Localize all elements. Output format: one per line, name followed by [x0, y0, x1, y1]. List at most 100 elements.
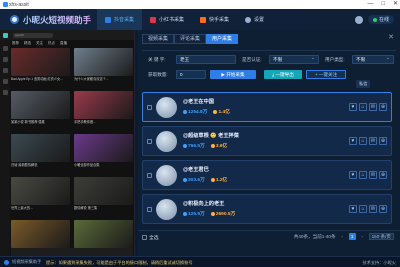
user-card[interactable]: @积极向上的老王 125.9万 2690.5万 ♥ ⌂ ✉ ⊕	[142, 194, 392, 224]
top-nav: 抖音采集 小红书采集 快手采集 设置	[97, 9, 272, 30]
follow-icon[interactable]: ♥	[349, 137, 357, 145]
status-right: 技术支持：小昵火	[362, 260, 396, 265]
video-tile[interactable]: 世界上最大的...	[11, 177, 70, 217]
homepage-icon[interactable]: ⌂	[359, 205, 367, 213]
sidebar-hot-icon[interactable]	[2, 57, 8, 62]
homepage-icon[interactable]: ⌂	[359, 171, 367, 179]
tab-user[interactable]: 用户采集	[206, 34, 239, 44]
more-icon[interactable]: ⊕	[379, 137, 387, 145]
message-icon[interactable]: ✉	[369, 137, 377, 145]
video-tile[interactable]: Bad Apple Ep.1 渣男动画 红衣少女...	[11, 48, 70, 88]
video-thumbnail	[11, 134, 70, 162]
avatar	[156, 165, 177, 186]
video-thumbnail	[74, 91, 133, 119]
sidebar-follow-icon[interactable]	[2, 68, 8, 73]
app-status-icon	[4, 259, 9, 265]
keyword-input[interactable]: 老王	[176, 55, 236, 64]
pagination: 共40条，当前1-40条 ‹ 1 › 150 条/页	[294, 233, 394, 240]
sidebar-friend-icon[interactable]	[2, 79, 8, 84]
browser-tab[interactable]: 精选	[24, 41, 31, 46]
browser-tab[interactable]: 推荐	[12, 41, 19, 46]
more-icon[interactable]: ⊕	[379, 205, 387, 213]
video-thumbnail	[11, 91, 70, 119]
count-input[interactable]: 0	[176, 70, 206, 79]
header-right: 在线	[354, 15, 394, 24]
user-checkbox[interactable]	[147, 139, 152, 144]
user-type-select[interactable]: 不限	[352, 55, 394, 64]
like-icon	[210, 211, 215, 216]
fans-count: 125.9万	[183, 210, 205, 217]
next-page-icon[interactable]: ›	[359, 233, 366, 240]
video-tile[interactable]: 为什么大家都喜欢这个...	[74, 48, 133, 88]
user-stats: 766.5万 3.6亿	[183, 142, 227, 149]
video-thumbnail	[11, 177, 70, 205]
video-tile[interactable]: 归墟 最新剧情解说	[11, 134, 70, 174]
tab-video[interactable]: 视频采集	[142, 34, 175, 44]
homepage-icon[interactable]: ⌂	[359, 137, 367, 145]
browser-tab[interactable]: 热点	[48, 41, 55, 46]
nav-kuaishou[interactable]: 快手采集	[192, 9, 237, 30]
video-thumbnail	[74, 134, 133, 162]
message-icon[interactable]: ✉	[369, 205, 377, 213]
user-checkbox[interactable]	[147, 207, 152, 212]
select-all[interactable]: 全选	[142, 234, 159, 241]
total-count: 共40条，当前1-40条	[293, 233, 336, 239]
fans-count: 1254.8万	[183, 108, 207, 115]
start-collect-button[interactable]: ▶ 开始采集	[210, 70, 256, 79]
follow-icon[interactable]: ♥	[349, 171, 357, 179]
tab-comment[interactable]: 评论采集	[174, 34, 207, 44]
more-icon[interactable]: ⊕	[379, 171, 387, 179]
user-card[interactable]: @老王君巴 303.6万 1.2亿 ♥ ⌂ ✉ ⊕	[142, 160, 392, 190]
user-card[interactable]: @超级草根 🙂 老王拌菜 766.5万 3.6亿 ♥ ⌂ ✉ ⊕	[142, 126, 392, 156]
close-button[interactable]: ✕	[393, 0, 398, 9]
sidebar-home-icon[interactable]	[2, 46, 8, 51]
close-icon[interactable]: ✕	[388, 33, 394, 41]
app-title: 小昵火短视频助手	[23, 15, 92, 25]
likes-count: 1.2亿	[210, 176, 227, 183]
avatar	[156, 199, 177, 220]
embedded-browser[interactable]: search 推荐 精选 关注 热点 直播 Bad Apple Ep.1 渣男动…	[0, 30, 135, 256]
current-page[interactable]: 1	[348, 233, 356, 240]
likes-count: 1.4亿	[213, 108, 230, 115]
user-type-label: 用户类型:	[325, 57, 345, 62]
select-all-checkbox[interactable]	[142, 235, 147, 240]
like-icon	[213, 109, 218, 114]
message-icon[interactable]: ✉	[369, 103, 377, 111]
follow-icon[interactable]: ♥	[349, 205, 357, 213]
video-tile[interactable]: 手把手教你做...	[74, 91, 133, 131]
fans-icon	[183, 109, 187, 114]
user-actions: ♥ ⌂ ✉ ⊕	[349, 103, 387, 111]
browser-tab[interactable]: 关注	[36, 41, 43, 46]
follow-all-button[interactable]: + 一键关注	[306, 70, 346, 79]
likes-count: 2690.5万	[210, 210, 235, 217]
verify-select[interactable]: 不限	[269, 55, 319, 64]
browser-search-input[interactable]: search	[13, 32, 53, 38]
user-checkbox[interactable]	[147, 105, 152, 110]
message-icon[interactable]: ✉	[369, 171, 377, 179]
xiaohongshu-icon	[150, 16, 157, 23]
window-title: xhs-assit	[9, 1, 29, 8]
homepage-icon[interactable]: ⌂	[359, 103, 367, 111]
video-tile[interactable]: 剧情解说 第三集	[74, 177, 133, 217]
nav-douyin[interactable]: 抖音采集	[97, 9, 143, 30]
more-icon[interactable]: ⊕	[379, 103, 387, 111]
user-icon[interactable]	[354, 15, 363, 24]
minimize-button[interactable]: —	[367, 0, 373, 9]
browser-bottom-bar	[11, 248, 133, 256]
nav-settings[interactable]: 设置	[237, 9, 272, 30]
browser-tab[interactable]: 直播	[60, 41, 67, 46]
video-grid: Bad Apple Ep.1 渣男动画 红衣少女... 为什么大家都喜欢这个...…	[11, 48, 133, 256]
export-button[interactable]: ⤓ 一键导出	[264, 70, 302, 79]
prev-page-icon[interactable]: ‹	[339, 233, 346, 240]
maximize-button[interactable]: □	[381, 0, 385, 9]
user-card[interactable]: @老王在中国 1254.8万 1.4亿 ♥ ⌂ ✉ ⊕	[142, 92, 392, 122]
dm-tooltip: 私信	[356, 80, 371, 88]
video-tile[interactable]: 小暖全部作品合集	[74, 134, 133, 174]
sidebar-me-icon[interactable]	[2, 90, 8, 95]
video-tile[interactable]: 某某小说 新书推荐 强推	[11, 91, 70, 131]
nav-xiaohongshu[interactable]: 小红书采集	[142, 9, 192, 30]
follow-icon[interactable]: ♥	[349, 103, 357, 111]
user-actions: ♥ ⌂ ✉ ⊕	[349, 137, 387, 145]
page-size-select[interactable]: 150 条/页	[368, 233, 394, 240]
user-checkbox[interactable]	[147, 173, 152, 178]
